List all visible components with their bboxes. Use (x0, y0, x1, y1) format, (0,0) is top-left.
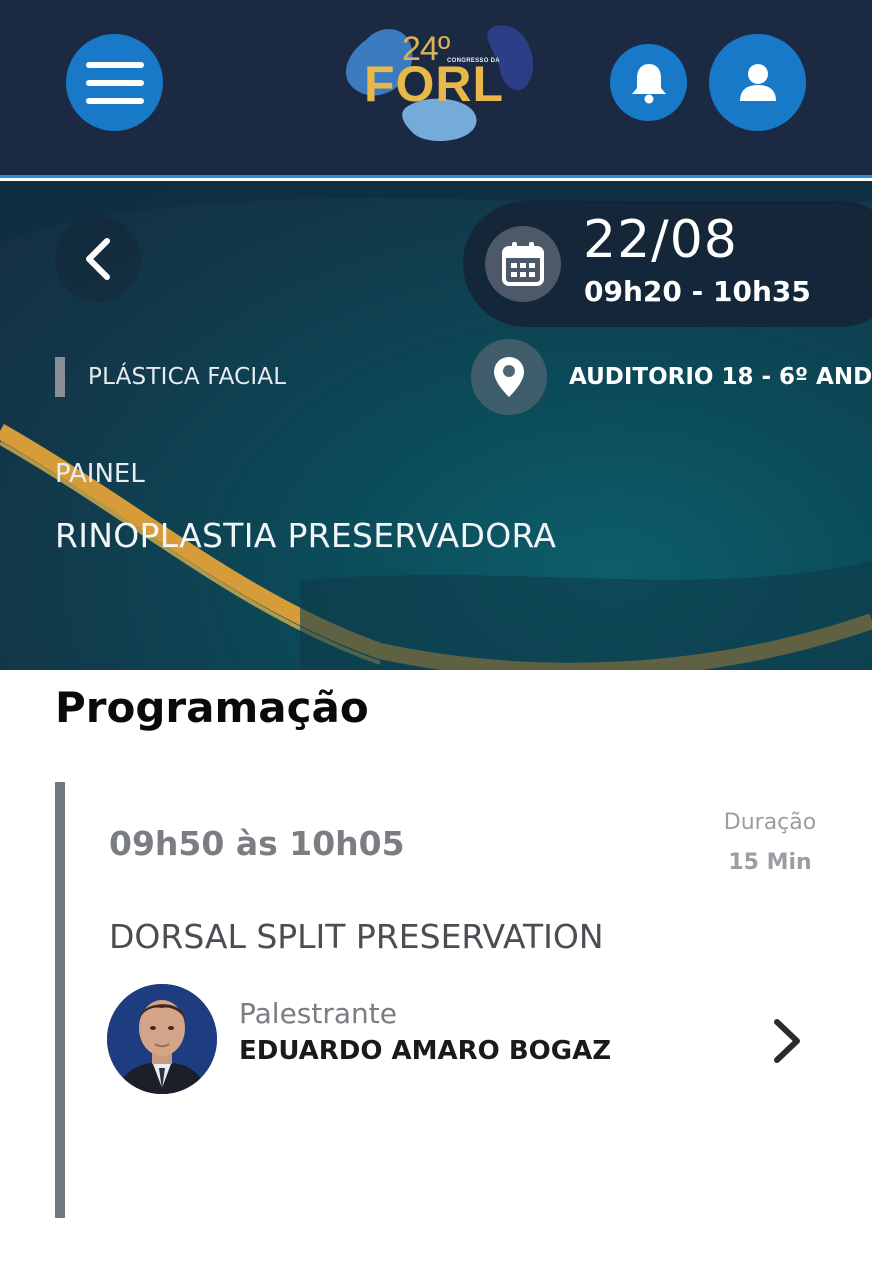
session-title: RINOPLASTIA PRESERVADORA (55, 516, 557, 555)
program-item-time: 09h50 às 10h05 (109, 824, 405, 863)
speaker-avatar (107, 984, 217, 1094)
duration-value: 15 Min (728, 850, 812, 875)
map-pin-icon (494, 357, 524, 397)
speaker-row[interactable]: Palestrante EDUARDO AMARO BOGAZ (107, 984, 807, 1096)
speaker-name: EDUARDO AMARO BOGAZ (239, 1036, 612, 1066)
program-item: 09h50 às 10h05 Duração 15 Min DORSAL SPL… (55, 782, 845, 1218)
calendar-icon-circle (485, 226, 561, 302)
logo-wordmark: FORL (364, 56, 505, 112)
programacao-heading: Programação (55, 683, 369, 732)
chevron-right-icon[interactable] (767, 1018, 807, 1064)
duration-label: Duração (723, 810, 817, 835)
calendar-icon (502, 242, 544, 286)
user-icon (739, 63, 776, 101)
session-time: 09h20 - 10h35 (584, 275, 811, 308)
menu-button[interactable] (66, 34, 163, 131)
notifications-button[interactable] (610, 44, 687, 121)
program-item-title: DORSAL SPLIT PRESERVATION (109, 917, 604, 956)
chevron-left-icon (86, 238, 110, 280)
session-date: 22/08 (583, 210, 738, 270)
location-icon-circle (471, 339, 547, 415)
session-location: AUDITORIO 18 - 6º ANDAR (569, 364, 872, 390)
session-banner: 22/08 09h20 - 10h35 PLÁSTICA FACIAL AUDI… (0, 181, 872, 670)
profile-button[interactable] (709, 34, 806, 131)
session-type: PAINEL (55, 459, 145, 489)
category-marker (55, 357, 65, 397)
hamburger-menu-icon (85, 61, 144, 104)
bell-icon (631, 63, 666, 103)
back-button[interactable] (55, 216, 141, 302)
speaker-label: Palestrante (239, 997, 397, 1030)
app-header: 24º CONGRESSO DA FORL (0, 0, 872, 178)
session-category: PLÁSTICA FACIAL (88, 364, 287, 390)
